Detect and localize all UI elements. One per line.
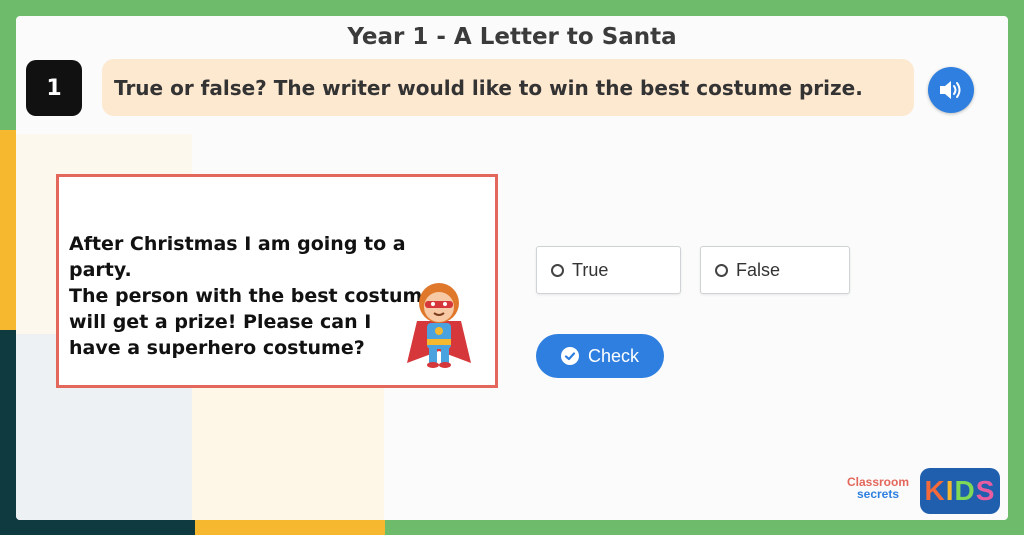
check-circle-icon [560,347,579,365]
question-card: Year 1 - A Letter to Santa 1 True or fal… [16,16,1008,520]
check-button[interactable]: Check [536,334,664,378]
option-false[interactable]: False [700,246,850,294]
page-title: Year 1 - A Letter to Santa [347,24,677,50]
option-true[interactable]: True [536,246,681,294]
superhero-boy-illustration [407,283,471,368]
question-text: True or false? The writer would like to … [114,75,863,100]
radio-circle-icon [715,263,728,277]
question-number: 1 [26,60,82,116]
passage-box: After Christmas I am going to a party. T… [56,174,498,388]
check-button-label: Check [587,345,640,366]
audio-button[interactable] [928,67,974,113]
classroom-secrets-logo: Classroom secrets [846,475,910,501]
kids-logo: KIDS [920,468,1000,514]
option-label: True [572,259,609,280]
card-decor-cream-bottom [192,388,384,520]
question-bar: True or false? The writer would like to … [102,59,914,116]
speaker-icon [940,81,961,99]
option-label: False [736,259,781,280]
radio-circle-icon [551,263,564,277]
